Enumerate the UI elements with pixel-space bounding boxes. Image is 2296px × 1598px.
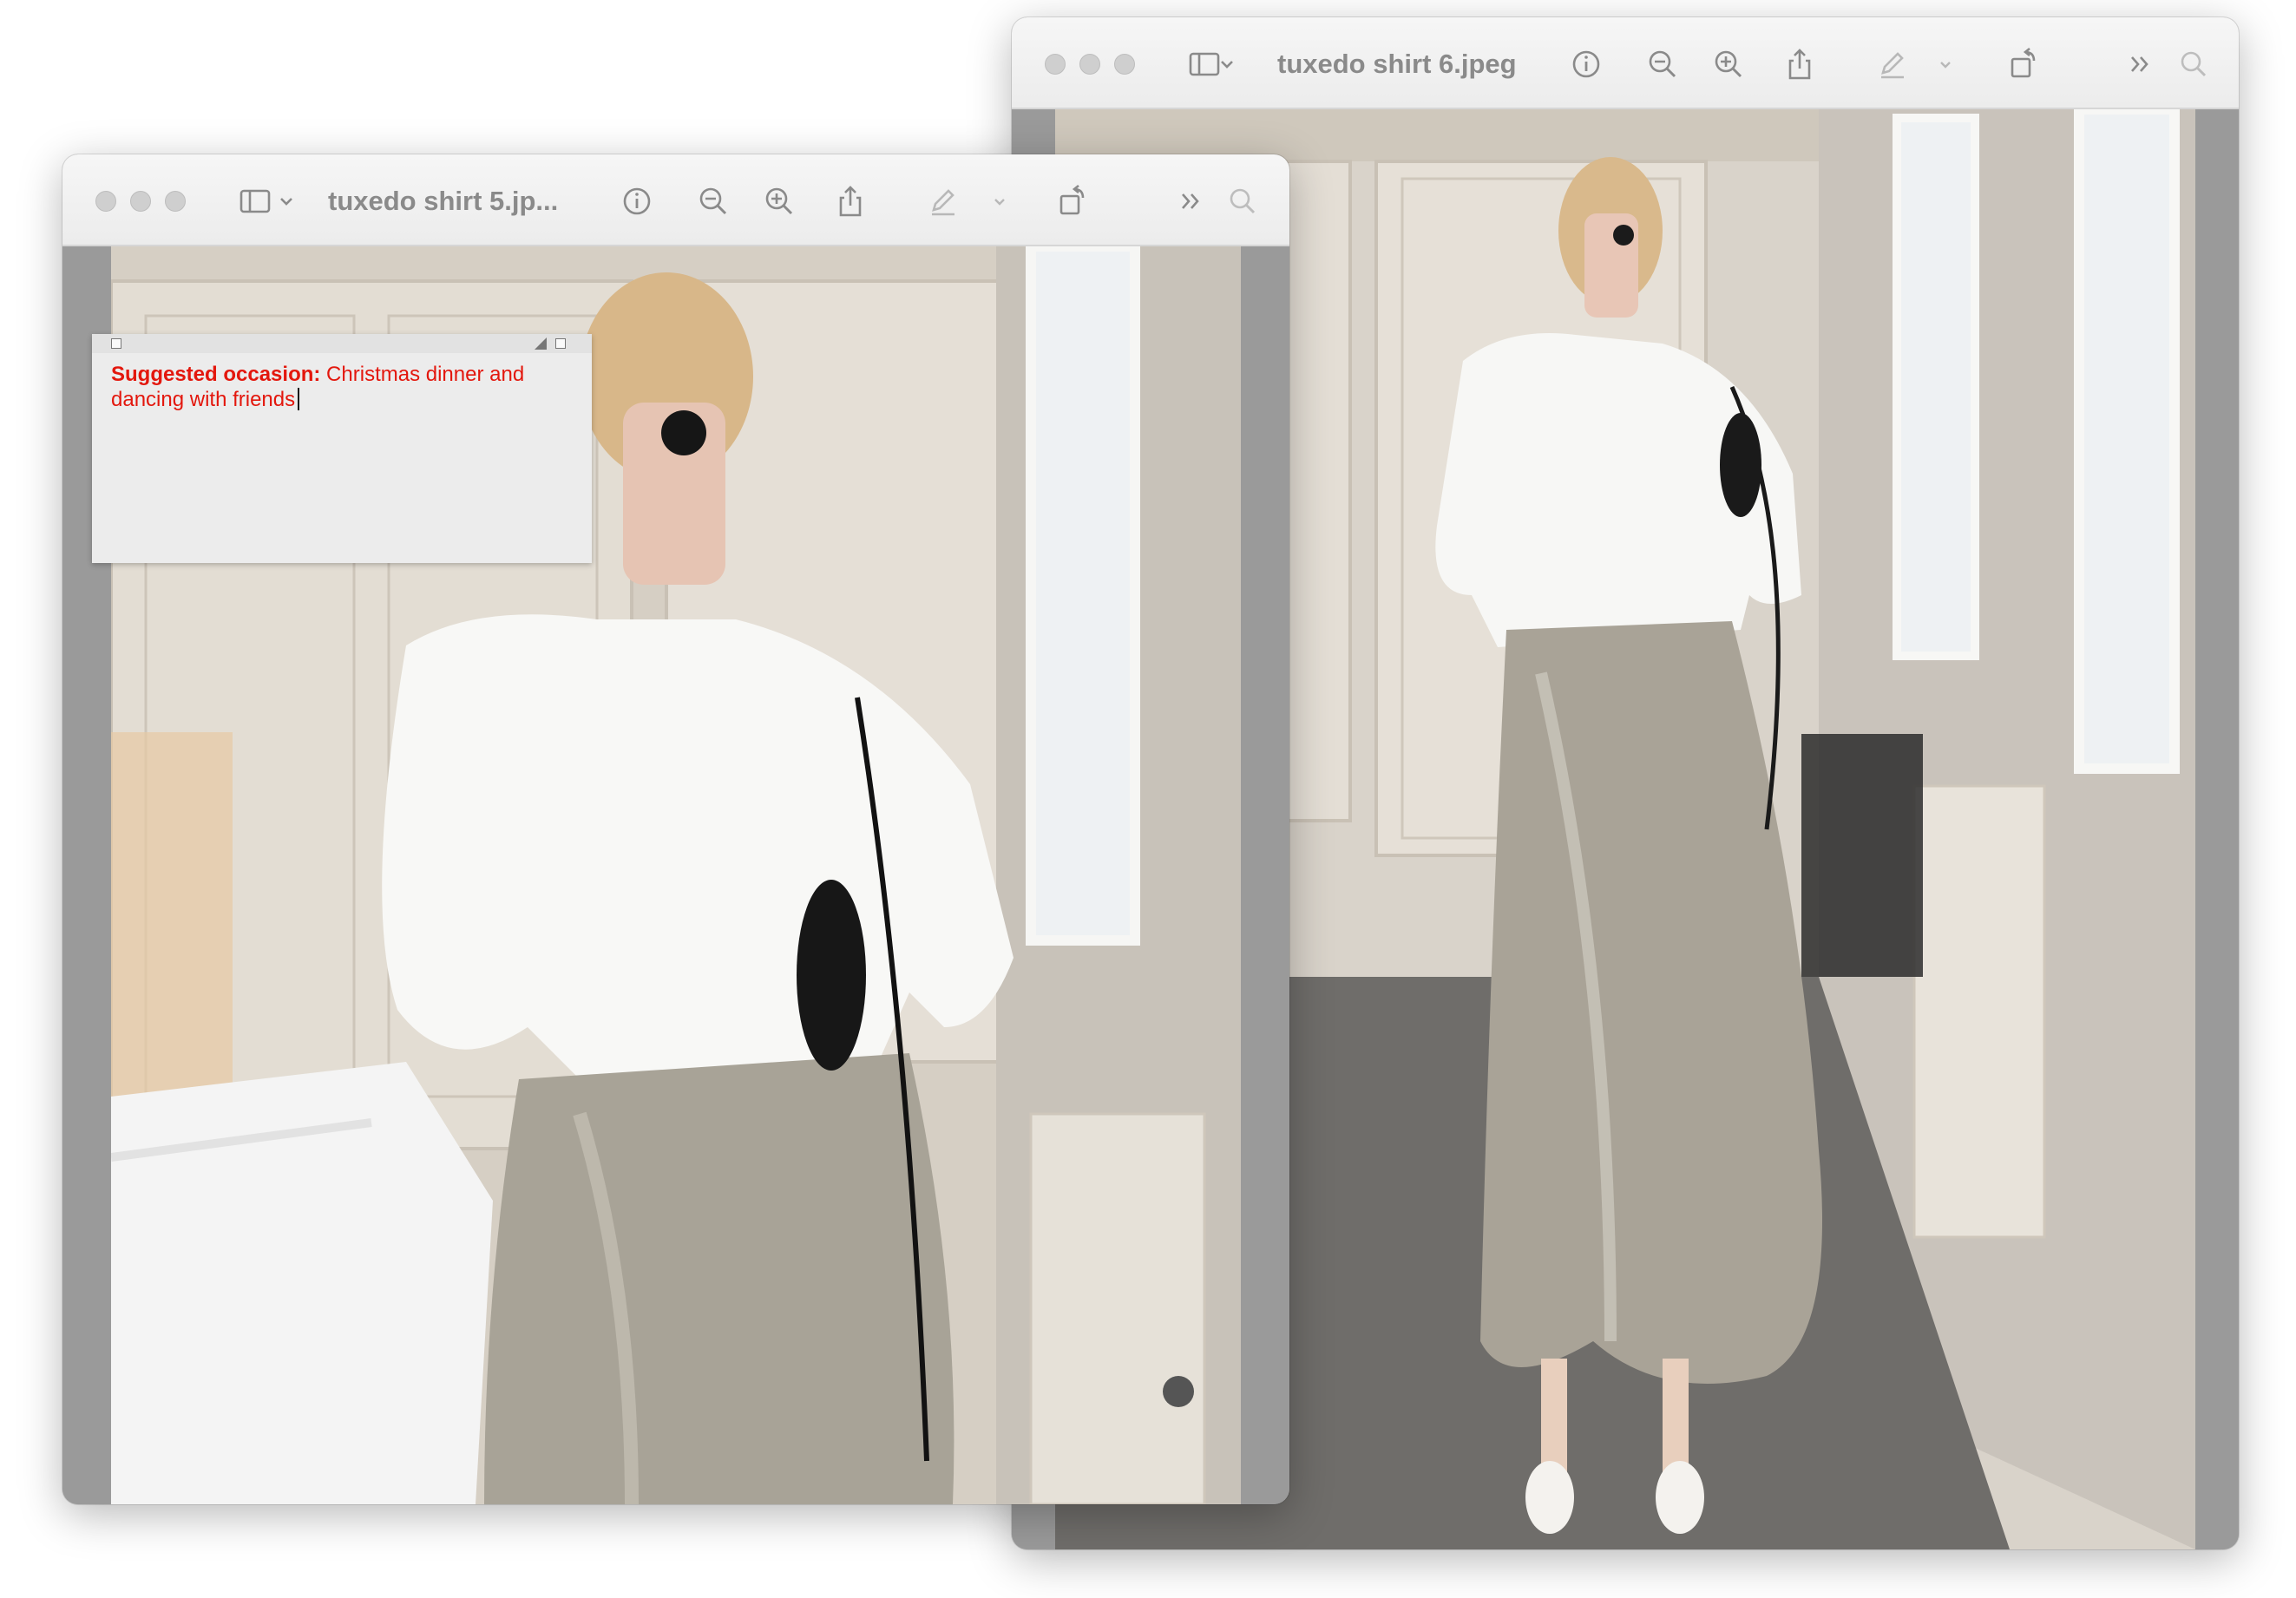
chevron-down-icon[interactable] [987,180,1012,222]
info-icon[interactable] [1565,43,1607,85]
rotate-icon[interactable] [1052,180,1093,222]
window-title: tuxedo shirt 6.jpeg [1277,49,1517,79]
more-chevrons-icon[interactable] [2119,43,2161,85]
zoom-button[interactable] [165,191,186,212]
note-label: Suggested occasion: [111,363,321,386]
minimize-button[interactable] [1079,54,1100,75]
note-collapse-box[interactable] [555,338,566,349]
share-icon[interactable] [1779,43,1820,85]
zoom-button[interactable] [1114,54,1135,75]
zoom-in-icon[interactable] [758,180,800,222]
markup-pen-icon[interactable] [1871,43,1912,85]
zoom-in-icon[interactable] [1708,43,1749,85]
text-annotation-note[interactable]: Suggested occasion: Christmas dinner and… [92,334,592,563]
search-icon[interactable] [2173,43,2214,85]
sidebar-toggle-icon[interactable] [234,180,276,222]
window-title: tuxedo shirt 5.jp... [328,186,559,216]
chevron-down-icon[interactable] [1215,43,1239,85]
note-text-field[interactable]: Suggested occasion: Christmas dinner and… [111,362,580,412]
share-icon[interactable] [830,180,871,222]
rotate-icon[interactable] [2003,43,2044,85]
chevron-down-icon[interactable] [1933,43,1958,85]
zoom-out-icon[interactable] [1642,43,1683,85]
note-close-box[interactable] [111,338,121,349]
note-title-bar[interactable] [92,334,592,353]
search-icon[interactable] [1222,180,1263,222]
info-icon[interactable] [616,180,658,222]
title-bar[interactable]: tuxedo shirt 5.jp... [62,154,1289,246]
close-button[interactable] [1045,54,1066,75]
note-resize-icon[interactable] [535,337,547,350]
more-chevrons-icon[interactable] [1170,180,1211,222]
zoom-out-icon[interactable] [692,180,734,222]
chevron-down-icon[interactable] [274,180,298,222]
text-cursor [298,388,300,410]
close-button[interactable] [95,191,116,212]
title-bar[interactable]: tuxedo shirt 6.jpeg [1012,17,2239,109]
minimize-button[interactable] [130,191,151,212]
markup-pen-icon[interactable] [922,180,963,222]
